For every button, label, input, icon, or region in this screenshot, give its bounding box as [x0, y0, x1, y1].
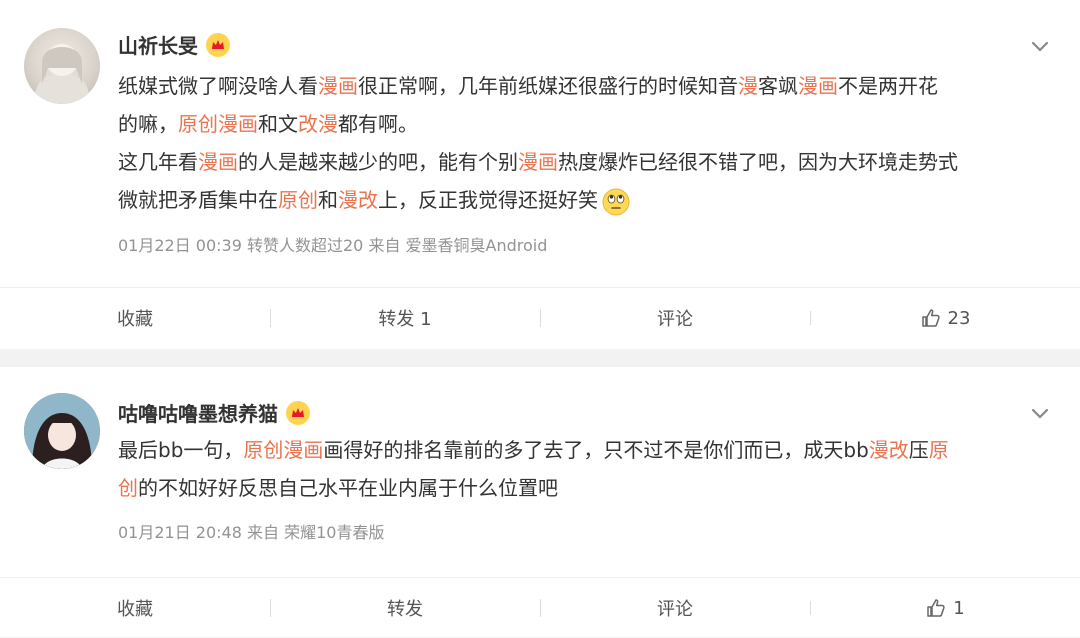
keyword-link[interactable]: 漫画 — [318, 74, 358, 98]
collect-button[interactable]: 收藏 — [0, 595, 270, 621]
content-line: 最后bb一句，原创漫画画得好的排名靠前的多了去了，只不过不是你们而已，成天bb漫… — [118, 431, 1044, 469]
text: 最后bb一句， — [118, 438, 244, 462]
comment-button[interactable]: 评论 — [540, 595, 810, 621]
username-text[interactable]: 山祈长旻 — [118, 30, 198, 59]
keyword-link[interactable]: 漫画 — [198, 150, 238, 174]
keyword-link[interactable]: 漫改 — [338, 188, 378, 212]
text: 很正常啊，几年前纸媒还很盛行的时候知音 — [358, 74, 738, 98]
keyword-link[interactable]: 原创漫画 — [243, 438, 323, 462]
post-meta: 01月21日 20:48 来自 荣耀10青春版 — [118, 523, 385, 542]
weibo-post-2: 咕噜咕噜墨想养猫 最后bb一句，原创漫画画得好的排名靠前的多了去了，只不过不是你… — [0, 367, 1080, 637]
content-line: 的嘛，原创漫画和文改漫都有啊。 — [118, 105, 1044, 143]
text: 压 — [908, 438, 929, 462]
like-count: 1 — [953, 597, 965, 619]
chevron-down-icon[interactable] — [1028, 401, 1052, 425]
text: 纸媒式微了啊没啥人看 — [118, 74, 318, 98]
keyword-link[interactable]: 漫画 — [518, 150, 558, 174]
user-avatar[interactable] — [24, 393, 100, 469]
content-line: 纸媒式微了啊没啥人看漫画很正常啊，几年前纸媒还很盛行的时候知音漫客飒漫画不是两开… — [118, 67, 1044, 105]
crown-badge-icon — [286, 400, 310, 425]
content-line: 这几年看漫画的人是越来越少的吧，能有个别漫画热度爆炸已经很不错了吧，因为大环境走… — [118, 143, 1044, 181]
text: 画得好的排名靠前的多了去了，只不过不是你们而已，成天bb — [323, 438, 869, 462]
keyword-link[interactable]: 创 — [118, 476, 138, 500]
like-button[interactable]: 23 — [810, 307, 1080, 329]
text: 和 — [318, 188, 338, 212]
action-bar: 收藏 转发 评论 1 — [0, 577, 1080, 638]
comment-label: 评论 — [657, 599, 693, 620]
text: 和文 — [258, 112, 298, 136]
collect-label: 收藏 — [117, 599, 153, 620]
text: 这几年看 — [118, 150, 198, 174]
user-avatar[interactable] — [24, 28, 100, 104]
rolling-eyes-emoji-icon — [602, 188, 630, 215]
action-bar: 收藏 转发 1 评论 23 — [0, 287, 1080, 348]
text: 的人是越来越少的吧，能有个别 — [238, 150, 518, 174]
keyword-link[interactable]: 原创 — [278, 188, 318, 212]
text: 上，反正我觉得还挺好笑 — [378, 188, 598, 212]
repost-button[interactable]: 转发 — [270, 595, 540, 621]
text: 客飒 — [758, 74, 798, 98]
collect-label: 收藏 — [117, 309, 153, 330]
keyword-link[interactable]: 漫 — [738, 74, 758, 98]
comment-label: 评论 — [657, 309, 693, 330]
content-line: 创的不如好好反思自己水平在业内属于什么位置吧 — [118, 469, 1044, 507]
repost-button[interactable]: 转发 1 — [270, 305, 540, 331]
keyword-link[interactable]: 原 — [929, 438, 949, 462]
crown-badge-icon — [206, 32, 230, 57]
like-button[interactable]: 1 — [810, 597, 1080, 619]
text: 微就把矛盾集中在 — [118, 188, 278, 212]
text: 不是两开花 — [838, 74, 938, 98]
keyword-link[interactable]: 原创漫画 — [178, 112, 258, 136]
post-content: 纸媒式微了啊没啥人看漫画很正常啊，几年前纸媒还很盛行的时候知音漫客飒漫画不是两开… — [118, 67, 1044, 219]
collect-button[interactable]: 收藏 — [0, 305, 270, 331]
post-meta: 01月22日 00:39 转赞人数超过20 来自 爱墨香铜臭Android — [118, 236, 548, 255]
keyword-link[interactable]: 漫改 — [869, 438, 909, 462]
post-content: 最后bb一句，原创漫画画得好的排名靠前的多了去了，只不过不是你们而已，成天bb漫… — [118, 431, 1044, 507]
repost-label: 转发 1 — [378, 309, 432, 330]
text: 的不如好好反思自己水平在业内属于什么位置吧 — [138, 476, 558, 500]
username[interactable]: 山祈长旻 — [118, 30, 230, 59]
chevron-down-icon[interactable] — [1028, 34, 1052, 58]
comment-button[interactable]: 评论 — [540, 305, 810, 331]
thumbs-up-icon — [927, 599, 945, 617]
text: 热度爆炸已经很不错了吧，因为大环境走势式 — [558, 150, 958, 174]
username-text[interactable]: 咕噜咕噜墨想养猫 — [118, 398, 278, 427]
repost-label: 转发 — [387, 599, 423, 620]
text: 都有啊。 — [338, 112, 418, 136]
weibo-post-1: 山祈长旻 纸媒式微了啊没啥人看漫画很正常啊，几年前纸媒还很盛行的时候知音漫客飒漫… — [0, 0, 1080, 349]
username[interactable]: 咕噜咕噜墨想养猫 — [118, 398, 310, 427]
text: 的嘛， — [118, 112, 178, 136]
content-line: 微就把矛盾集中在原创和漫改上，反正我觉得还挺好笑 — [118, 181, 1044, 219]
keyword-link[interactable]: 改漫 — [298, 112, 338, 136]
like-count: 23 — [947, 307, 971, 329]
keyword-link[interactable]: 漫画 — [798, 74, 838, 98]
thumbs-up-icon — [921, 309, 940, 327]
